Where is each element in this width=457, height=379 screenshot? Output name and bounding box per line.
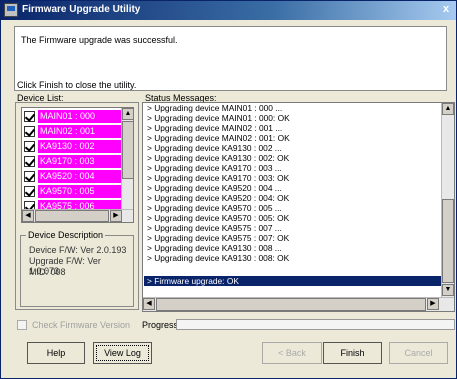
success-message: The Firmware upgrade was successful. [21, 35, 178, 45]
status-line: > Upgrading device MAIN02 : 001 ... [147, 123, 283, 133]
status-line-selected[interactable]: > Firmware upgrade: OK [147, 276, 239, 286]
status-line: > Upgrading device KA9520 : 004 ... [147, 183, 282, 193]
app-icon [4, 3, 18, 17]
device-name: KA9130 : 002 [38, 140, 122, 153]
scroll-up-icon[interactable]: ▲ [442, 103, 454, 115]
status-line: > Upgrading device KA9575 : 007: OK [147, 233, 290, 243]
finish-hint: Click Finish to close the utility. [17, 80, 137, 90]
back-button[interactable]: < Back [262, 342, 322, 364]
status-line: > Upgrading device KA9520 : 004: OK [147, 193, 290, 203]
progress-bar [176, 319, 455, 330]
device-checkbox[interactable] [24, 186, 35, 197]
device-checkbox[interactable] [24, 156, 35, 167]
scroll-left-icon[interactable]: ◀ [143, 298, 155, 310]
device-description-legend: Device Description [26, 230, 106, 240]
scroll-right-icon[interactable]: ▶ [427, 298, 439, 310]
check-firmware-label: Check Firmware Version [32, 320, 131, 330]
status-line: > Upgrading device MAIN02 : 001: OK [147, 133, 290, 143]
scroll-thumb[interactable] [442, 199, 454, 283]
device-checkbox[interactable] [24, 111, 35, 122]
scroll-right-icon[interactable]: ▶ [110, 210, 122, 222]
help-button[interactable]: Help [27, 342, 85, 364]
status-line: > Upgrading device KA9130 : 008 ... [147, 243, 282, 253]
device-item[interactable]: KA9570 : 005 [24, 185, 124, 198]
firmware-upgrade-window: Firmware Upgrade Utility x The Firmware … [0, 0, 457, 379]
device-item[interactable]: KA9520 : 004 [24, 170, 124, 183]
progress-label: Progress [142, 320, 179, 330]
scroll-thumb[interactable] [122, 121, 133, 179]
device-panel: MAIN01 : 000 MAIN02 : 001 KA9130 : 002 K… [15, 102, 139, 310]
status-hscroll[interactable]: ◀ ▶ [143, 297, 454, 311]
device-fw-version: Device F/W: Ver 2.0.193 [29, 245, 127, 255]
status-vscroll[interactable]: ▲ ▼ [441, 103, 454, 297]
status-line: > Upgrading device KA9170 : 003 ... [147, 163, 282, 173]
title-bar[interactable]: Firmware Upgrade Utility x [1, 1, 456, 20]
hscroll-thumb[interactable] [35, 210, 109, 222]
status-messages-box[interactable]: > Upgrading device MAIN01 : 000 ... > Up… [142, 102, 455, 312]
status-line: > Upgrading device KA9130 : 002 ... [147, 143, 282, 153]
device-item[interactable]: MAIN02 : 001 [24, 125, 124, 138]
window-title: Firmware Upgrade Utility [22, 4, 141, 15]
device-list-hscroll[interactable]: ◀ ▶ [22, 209, 133, 222]
view-log-button[interactable]: View Log [93, 342, 152, 364]
device-item[interactable]: MAIN01 : 000 [24, 110, 124, 123]
device-name: MAIN02 : 001 [38, 125, 122, 138]
device-name: KA9570 : 005 [38, 185, 122, 198]
status-line: > Upgrading device KA9170 : 003: OK [147, 173, 290, 183]
status-line: > Upgrading device MAIN01 : 000: OK [147, 113, 290, 123]
scroll-down-icon[interactable]: ▼ [442, 284, 454, 296]
device-checkbox[interactable] [24, 126, 35, 137]
device-item[interactable]: KA9170 : 003 [24, 155, 124, 168]
device-name: KA9520 : 004 [38, 170, 122, 183]
close-icon[interactable]: x [439, 3, 453, 17]
check-firmware-checkbox[interactable] [17, 320, 27, 330]
device-list-vscroll[interactable]: ▲ [121, 108, 133, 209]
device-name: MAIN01 : 000 [38, 110, 122, 123]
finish-button[interactable]: Finish [323, 342, 382, 364]
status-line: > Upgrading device KA9570 : 005 ... [147, 203, 282, 213]
status-line: > Upgrading device KA9570 : 005: OK [147, 213, 290, 223]
device-checkbox[interactable] [24, 171, 35, 182]
device-name: KA9170 : 003 [38, 155, 122, 168]
device-description-box: Device F/W: Ver 2.0.193 Upgrade F/W: Ver… [20, 235, 134, 307]
cancel-button[interactable]: Cancel [389, 342, 448, 364]
status-line: > Upgrading device KA9130 : 002: OK [147, 153, 290, 163]
status-line: > Upgrading device KA9130 : 008: OK [147, 253, 290, 263]
mid-value: MID: 008 [29, 267, 66, 277]
scroll-left-icon[interactable]: ◀ [22, 210, 34, 222]
device-list[interactable]: MAIN01 : 000 MAIN02 : 001 KA9130 : 002 K… [21, 107, 134, 223]
device-item[interactable]: KA9130 : 002 [24, 140, 124, 153]
device-checkbox[interactable] [24, 141, 35, 152]
hscroll-thumb[interactable] [156, 298, 426, 311]
status-line: > Upgrading device KA9575 : 007 ... [147, 223, 282, 233]
status-line: > Upgrading device MAIN01 : 000 ... [147, 103, 283, 113]
scroll-up-icon[interactable]: ▲ [122, 108, 133, 120]
